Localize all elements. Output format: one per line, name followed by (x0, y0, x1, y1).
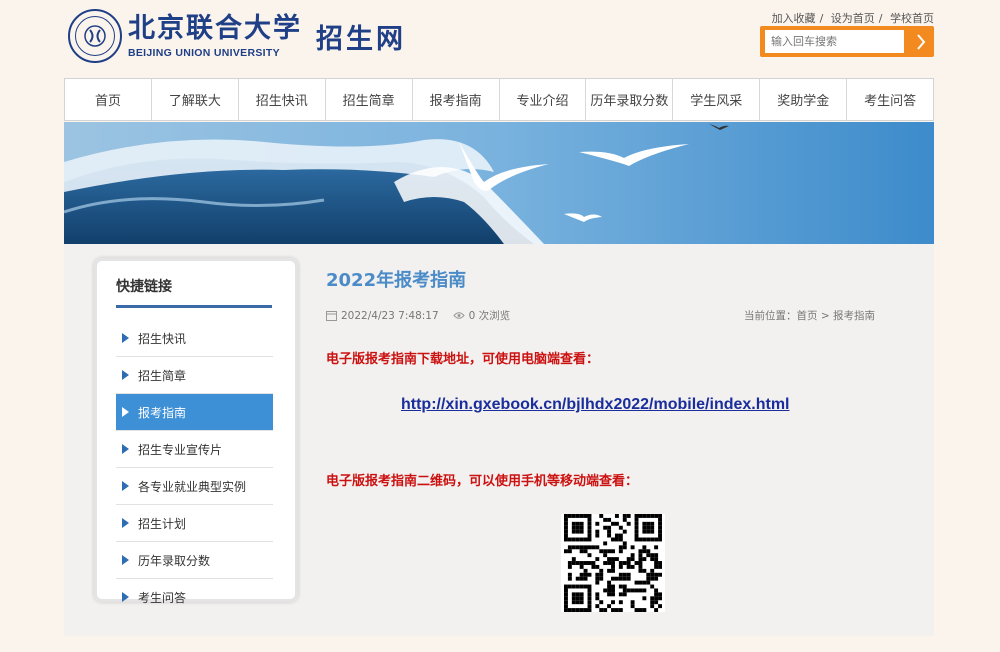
university-emblem-icon (68, 9, 122, 63)
article-meta: 2022/4/23 7:48:17 0 次浏览 (326, 308, 524, 323)
university-logo[interactable]: 北京联合大学 BEIJING UNION UNIVERSITY 招生网 (68, 6, 406, 66)
quick-links-title: 快捷链接 (116, 276, 272, 308)
logo-chinese-name: 北京联合大学 (128, 13, 302, 44)
view-count: 0 次浏览 (468, 310, 511, 322)
divider: / (878, 12, 883, 25)
qr-notice: 电子版报考指南二维码，可以使用手机等移动端查看： (326, 474, 639, 489)
triangle-right-icon (122, 555, 129, 565)
sidebar-item-qa[interactable]: 考生问答 (116, 579, 273, 615)
sidebar-item-label: 招生快讯 (138, 331, 187, 346)
sidebar-item-news[interactable]: 招生快讯 (116, 320, 273, 357)
school-homepage-link[interactable]: 学校首页 (890, 12, 934, 25)
triangle-right-icon (122, 444, 129, 454)
sidebar-item-label: 招生简章 (138, 368, 187, 383)
logo-english-name: BEIJING UNION UNIVERSITY (128, 47, 280, 59)
sidebar-item-label: 报考指南 (138, 405, 187, 420)
nav-home[interactable]: 首页 (65, 79, 152, 120)
top-links: 加入收藏 / 设为首页 / 学校首页 (772, 10, 934, 26)
nav-scholarships[interactable]: 奖助学金 (760, 79, 848, 120)
sidebar-item-label: 各专业就业典型实例 (138, 479, 247, 494)
download-notice: 电子版报考指南下载地址，可使用电脑端查看： (326, 352, 600, 367)
triangle-right-icon (122, 333, 129, 343)
triangle-right-icon (122, 481, 129, 491)
triangle-right-icon (122, 592, 129, 602)
main-content-area: 快捷链接 招生快讯 招生简章 报考指南 招生专业宣传片 各专业就业典型实例 招生… (64, 244, 934, 636)
triangle-right-icon (122, 407, 129, 417)
calendar-icon (326, 311, 337, 321)
set-homepage-link[interactable]: 设为首页 (831, 12, 875, 25)
sidebar-item-guide[interactable]: 报考指南 (116, 394, 273, 431)
article-date: 2022/4/23 7:48:17 (341, 309, 439, 322)
divider: / (819, 12, 824, 25)
quick-links-panel: 快捷链接 招生快讯 招生简章 报考指南 招生专业宣传片 各专业就业典型实例 招生… (94, 258, 298, 605)
nav-about[interactable]: 了解联大 (152, 79, 239, 120)
nav-brochure[interactable]: 招生简章 (326, 79, 413, 120)
banner-image (64, 122, 934, 244)
nav-qa[interactable]: 考生问答 (847, 79, 933, 120)
quick-links-list: 招生快讯 招生简章 报考指南 招生专业宣传片 各专业就业典型实例 招生计划 历年… (116, 320, 273, 615)
search-button[interactable] (908, 26, 934, 57)
sidebar-item-label: 考生问答 (138, 590, 187, 605)
breadcrumb[interactable]: 当前位置：首页 > 报考指南 (744, 308, 875, 323)
sidebar-item-plan[interactable]: 招生计划 (116, 505, 273, 542)
ebook-link[interactable]: http://xin.gxebook.cn/bjlhdx2022/mobile/… (401, 396, 790, 414)
eye-icon (452, 312, 465, 319)
nav-scores[interactable]: 历年录取分数 (586, 79, 674, 120)
nav-students[interactable]: 学生风采 (673, 79, 761, 120)
sidebar-item-label: 招生计划 (138, 516, 187, 531)
nav-guide[interactable]: 报考指南 (413, 79, 500, 120)
sidebar-item-label: 招生专业宣传片 (138, 442, 223, 457)
nav-majors[interactable]: 专业介绍 (500, 79, 587, 120)
triangle-right-icon (122, 518, 129, 528)
chevron-right-icon (917, 33, 926, 50)
nav-news[interactable]: 招生快讯 (239, 79, 326, 120)
sidebar-item-label: 历年录取分数 (138, 553, 211, 568)
triangle-right-icon (122, 370, 129, 380)
article-title: 2022年报考指南 (326, 270, 467, 291)
main-nav: 首页 了解联大 招生快讯 招生简章 报考指南 专业介绍 历年录取分数 学生风采 … (64, 78, 934, 121)
sidebar-item-promo-video[interactable]: 招生专业宣传片 (116, 431, 273, 468)
sidebar-item-employment[interactable]: 各专业就业典型实例 (116, 468, 273, 505)
qr-code-image (561, 514, 665, 612)
site-name: 招生网 (316, 23, 406, 55)
sidebar-item-scores[interactable]: 历年录取分数 (116, 542, 273, 579)
add-favorite-link[interactable]: 加入收藏 (772, 12, 816, 25)
search-box (760, 26, 934, 57)
search-input[interactable] (765, 30, 904, 53)
sidebar-item-brochure[interactable]: 招生简章 (116, 357, 273, 394)
